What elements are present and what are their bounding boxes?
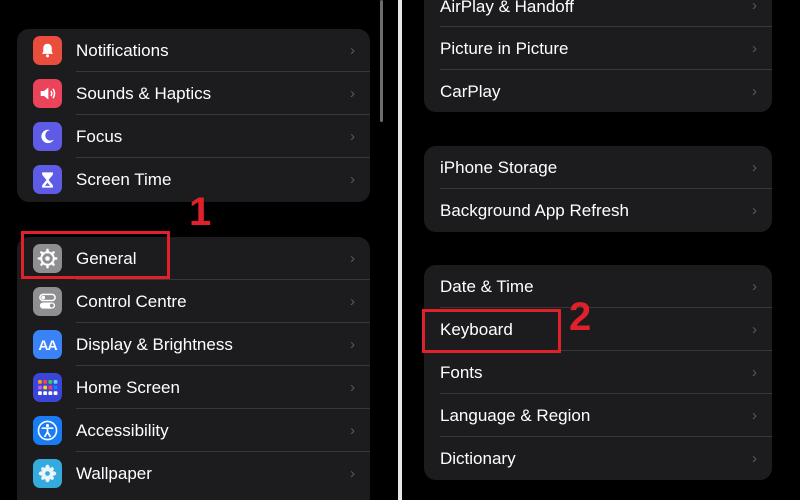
chevron-right-icon: ›	[752, 407, 757, 424]
settings-row-display-brightness[interactable]: AA Display & Brightness ›	[17, 323, 370, 366]
settings-group-alerts: Notifications › Sounds & Haptics › Focus…	[17, 29, 370, 202]
chevron-right-icon: ›	[752, 83, 757, 100]
chevron-right-icon: ›	[752, 40, 757, 57]
hourglass-icon	[33, 165, 62, 194]
step-label-2: 2	[569, 295, 592, 339]
general-settings-panel: AirPlay & Handoff › Picture in Picture ›…	[402, 0, 800, 500]
chevron-right-icon: ›	[752, 278, 757, 295]
row-label: Control Centre	[76, 292, 187, 311]
chevron-right-icon: ›	[752, 364, 757, 381]
step-label-1: 1	[189, 190, 212, 234]
chevron-right-icon: ›	[350, 379, 355, 396]
speaker-icon	[33, 79, 62, 108]
settings-row-sounds-haptics[interactable]: Sounds & Haptics ›	[17, 72, 370, 115]
chevron-right-icon: ›	[350, 42, 355, 59]
row-label: Screen Time	[76, 170, 172, 189]
row-label: Fonts	[440, 363, 483, 382]
chevron-right-icon: ›	[350, 171, 355, 188]
chevron-right-icon: ›	[350, 128, 355, 145]
row-label: Focus	[76, 127, 123, 146]
moon-icon	[33, 122, 62, 151]
row-label: Wallpaper	[76, 464, 152, 483]
chevron-right-icon: ›	[752, 0, 757, 14]
general-row-language-region[interactable]: Language & Region ›	[424, 394, 772, 437]
general-row-date-time[interactable]: Date & Time ›	[424, 265, 772, 308]
row-label: Sounds & Haptics	[76, 84, 212, 103]
highlight-box-keyboard	[422, 309, 561, 353]
general-row-iphone-storage[interactable]: iPhone Storage ›	[424, 146, 772, 189]
chevron-right-icon: ›	[350, 293, 355, 310]
aa-icon-text: AA	[38, 336, 57, 353]
general-group-storage: iPhone Storage › Background App Refresh …	[424, 146, 772, 232]
general-row-dictionary[interactable]: Dictionary ›	[424, 437, 772, 480]
settings-row-home-screen[interactable]: Home Screen ›	[17, 366, 370, 409]
settings-main-panel: Notifications › Sounds & Haptics › Focus…	[0, 0, 398, 500]
app-grid-icon	[33, 373, 62, 402]
row-label: Picture in Picture	[440, 39, 569, 58]
row-label: Display & Brightness	[76, 335, 233, 354]
settings-row-notifications[interactable]: Notifications ›	[17, 29, 370, 72]
chevron-right-icon: ›	[350, 250, 355, 267]
chevron-right-icon: ›	[752, 159, 757, 176]
settings-row-accessibility[interactable]: Accessibility ›	[17, 409, 370, 452]
bell-icon	[33, 36, 62, 65]
settings-row-wallpaper[interactable]: Wallpaper ›	[17, 452, 370, 495]
row-label: Dictionary	[440, 449, 516, 468]
row-label: Background App Refresh	[440, 201, 630, 220]
row-label: CarPlay	[440, 82, 501, 101]
row-label: Language & Region	[440, 406, 591, 425]
row-label: iPhone Storage	[440, 158, 558, 177]
row-label: Home Screen	[76, 378, 180, 397]
accessibility-icon	[33, 416, 62, 445]
settings-row-focus[interactable]: Focus ›	[17, 115, 370, 158]
chevron-right-icon: ›	[350, 85, 355, 102]
flower-icon	[33, 459, 62, 488]
chevron-right-icon: ›	[752, 450, 757, 467]
aa-icon: AA	[33, 330, 62, 359]
row-label: Accessibility	[76, 421, 169, 440]
general-row-fonts[interactable]: Fonts ›	[424, 351, 772, 394]
general-row-carplay[interactable]: CarPlay ›	[424, 70, 772, 112]
general-group-connectivity: AirPlay & Handoff › Picture in Picture ›…	[424, 0, 772, 112]
row-label: AirPlay & Handoff	[440, 0, 574, 16]
chevron-right-icon: ›	[752, 321, 757, 338]
row-label: Date & Time	[440, 277, 534, 296]
general-row-picture-in-picture[interactable]: Picture in Picture ›	[424, 27, 772, 70]
settings-row-control-centre[interactable]: Control Centre ›	[17, 280, 370, 323]
chevron-right-icon: ›	[752, 202, 757, 219]
scrollbar[interactable]	[380, 0, 383, 122]
chevron-right-icon: ›	[350, 465, 355, 482]
toggles-icon	[33, 287, 62, 316]
general-group-locale: Date & Time › Keyboard › Fonts › Languag…	[424, 265, 772, 480]
highlight-box-general	[21, 231, 170, 279]
row-label: Notifications	[76, 41, 169, 60]
chevron-right-icon: ›	[350, 336, 355, 353]
general-row-background-app-refresh[interactable]: Background App Refresh ›	[424, 189, 772, 232]
chevron-right-icon: ›	[350, 422, 355, 439]
general-row-airplay-handoff[interactable]: AirPlay & Handoff ›	[424, 0, 772, 27]
